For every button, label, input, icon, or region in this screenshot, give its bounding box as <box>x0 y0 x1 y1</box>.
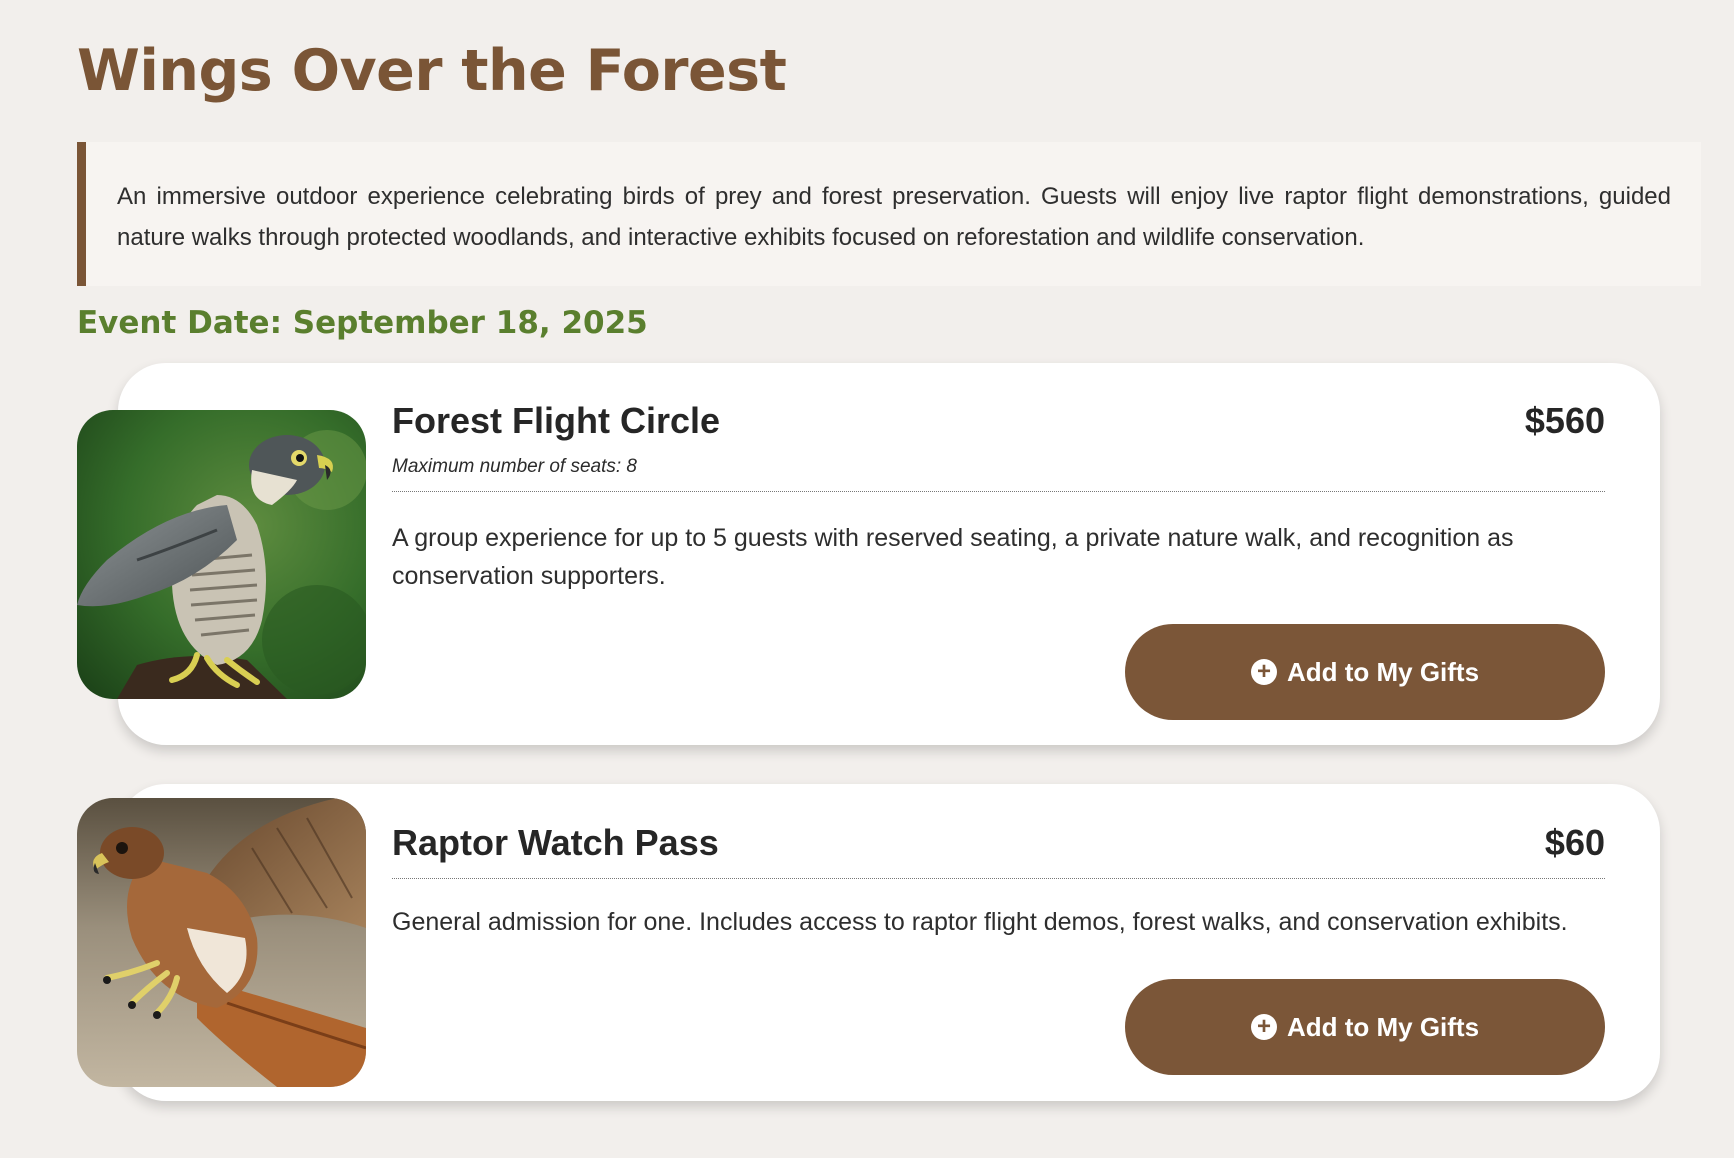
package-title: Raptor Watch Pass <box>392 822 719 863</box>
package-card-content: Raptor Watch Pass $60 General admission … <box>392 822 1605 941</box>
add-to-gifts-label: Add to My Gifts <box>1286 1011 1480 1042</box>
divider <box>392 491 1605 492</box>
add-to-gifts-button[interactable]: + Add to My Gifts <box>1125 979 1605 1075</box>
package-description: A group experience for up to 5 guests wi… <box>392 524 1514 590</box>
package-price: $60 <box>1544 822 1605 863</box>
divider <box>392 878 1605 879</box>
package-header: Raptor Watch Pass $60 <box>392 822 1605 872</box>
plus-circle-icon: + <box>1250 659 1277 685</box>
package-price: $560 <box>1524 400 1605 441</box>
event-date: Event Date: September 18, 2025 <box>77 305 648 341</box>
package-header: Forest Flight Circle $560 <box>392 400 1605 450</box>
page-title: Wings Over the Forest <box>77 38 787 104</box>
peregrine-falcon-image <box>77 410 366 699</box>
add-to-gifts-label: Add to My Gifts <box>1286 656 1480 687</box>
package-seats: Maximum number of seats: 8 <box>392 456 637 477</box>
package-card-content: Forest Flight Circle $560 Maximum number… <box>392 400 1605 595</box>
intro-callout: An immersive outdoor experience celebrat… <box>77 142 1701 286</box>
page: Wings Over the Forest An immersive outdo… <box>0 0 1734 1158</box>
plus-circle-icon: + <box>1250 1014 1277 1040</box>
package-title: Forest Flight Circle <box>392 400 721 441</box>
red-tailed-hawk-image <box>77 798 366 1087</box>
package-description: General admission for one. Includes acce… <box>392 908 1568 936</box>
add-to-gifts-button[interactable]: + Add to My Gifts <box>1125 624 1605 720</box>
